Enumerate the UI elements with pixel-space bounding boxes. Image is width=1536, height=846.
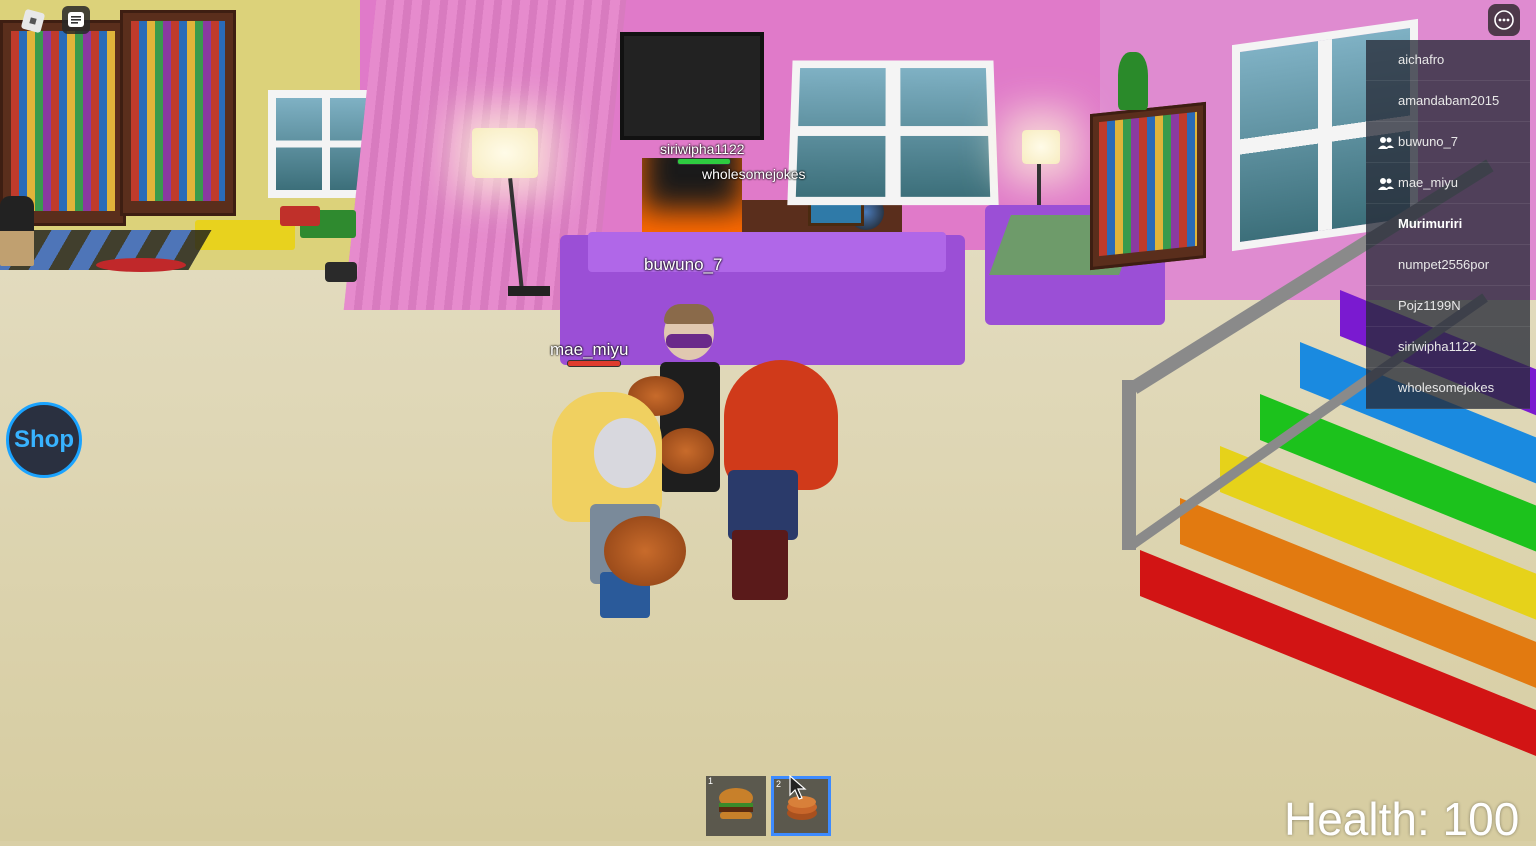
burger-icon xyxy=(706,776,766,836)
television xyxy=(620,32,764,140)
player-list-row[interactable]: buwuno_7 xyxy=(1366,122,1530,163)
player-list-row[interactable]: wholesomejokes xyxy=(1366,368,1530,409)
window-back xyxy=(787,61,998,206)
floor-bag xyxy=(325,262,357,282)
lamp-base-left xyxy=(508,286,550,296)
sunglasses-icon xyxy=(666,334,712,348)
player-list-row[interactable]: siriwipha1122 xyxy=(1366,327,1530,368)
friend-icon xyxy=(1378,122,1394,162)
bookshelf-left-2 xyxy=(120,10,236,216)
green-figure xyxy=(1118,52,1148,110)
sofa-back xyxy=(588,232,946,272)
floor-lamp-right xyxy=(1022,130,1060,164)
pancake-icon xyxy=(604,516,686,586)
player-name: mae_miyu xyxy=(1398,175,1458,190)
floor-lamp-left xyxy=(472,128,538,178)
hotbar-slot-number: 2 xyxy=(776,779,781,789)
stair-post xyxy=(1122,380,1136,550)
nametag-siriwipha: siriwipha1122 xyxy=(660,141,745,157)
player-name: Murimuriri xyxy=(1398,216,1462,231)
health-readout: Health: 100 xyxy=(1284,792,1519,846)
avatar-legs xyxy=(732,530,788,600)
player-list: aichafro amandabam2015 buwuno_7 mae_miyu Mur… xyxy=(1366,40,1530,409)
player-list-row[interactable]: mae_miyu xyxy=(1366,163,1530,204)
lego-red xyxy=(280,206,320,226)
player-name: buwuno_7 xyxy=(1398,134,1458,149)
player-list-row[interactable]: numpet2556por xyxy=(1366,245,1530,286)
nametag-buwuno: buwuno_7 xyxy=(644,255,722,275)
more-options-icon xyxy=(1488,4,1520,36)
player-list-row[interactable]: aichafro xyxy=(1366,40,1530,81)
player-list-row[interactable]: amandabam2015 xyxy=(1366,81,1530,122)
player-list-row[interactable]: Murimuriri xyxy=(1366,204,1530,245)
player-name: Pojz1199N xyxy=(1398,298,1461,313)
more-options-button[interactable] xyxy=(1488,4,1520,36)
player-name: aichafro xyxy=(1398,52,1444,67)
avatar-head xyxy=(594,418,656,488)
avatar-hair xyxy=(664,304,714,324)
avatar-redhead[interactable] xyxy=(708,360,848,610)
player-name: wholesomejokes xyxy=(1398,380,1494,395)
chat-button[interactable] xyxy=(62,6,90,34)
player-name: siriwipha1122 xyxy=(1398,339,1477,354)
player-name: amandabam2015 xyxy=(1398,93,1499,108)
player-name: numpet2556por xyxy=(1398,257,1489,272)
chat-icon xyxy=(62,6,90,34)
mouse-cursor-icon xyxy=(789,775,807,801)
floor-mat-red xyxy=(96,258,186,272)
nametag-mae-miyu: mae_miyu xyxy=(550,340,628,360)
health-bar-siriwipha xyxy=(677,158,731,165)
shop-button[interactable]: Shop xyxy=(6,402,82,478)
avatar-far-left[interactable] xyxy=(0,196,34,266)
friend-icon xyxy=(1378,163,1394,203)
health-bar-mae-miyu xyxy=(567,360,621,367)
avatar-mae-miyu[interactable] xyxy=(552,392,692,624)
roblox-logo-icon xyxy=(18,6,48,36)
hotbar-slot-1[interactable]: 1 xyxy=(706,776,766,836)
nametag-wholesome: wholesomejokes xyxy=(702,166,806,182)
roblox-menu-button[interactable] xyxy=(18,6,48,36)
player-list-row[interactable]: Pojz1199N xyxy=(1366,286,1530,327)
hotbar-slot-number: 1 xyxy=(708,776,713,786)
game-viewport[interactable] xyxy=(0,0,1536,841)
